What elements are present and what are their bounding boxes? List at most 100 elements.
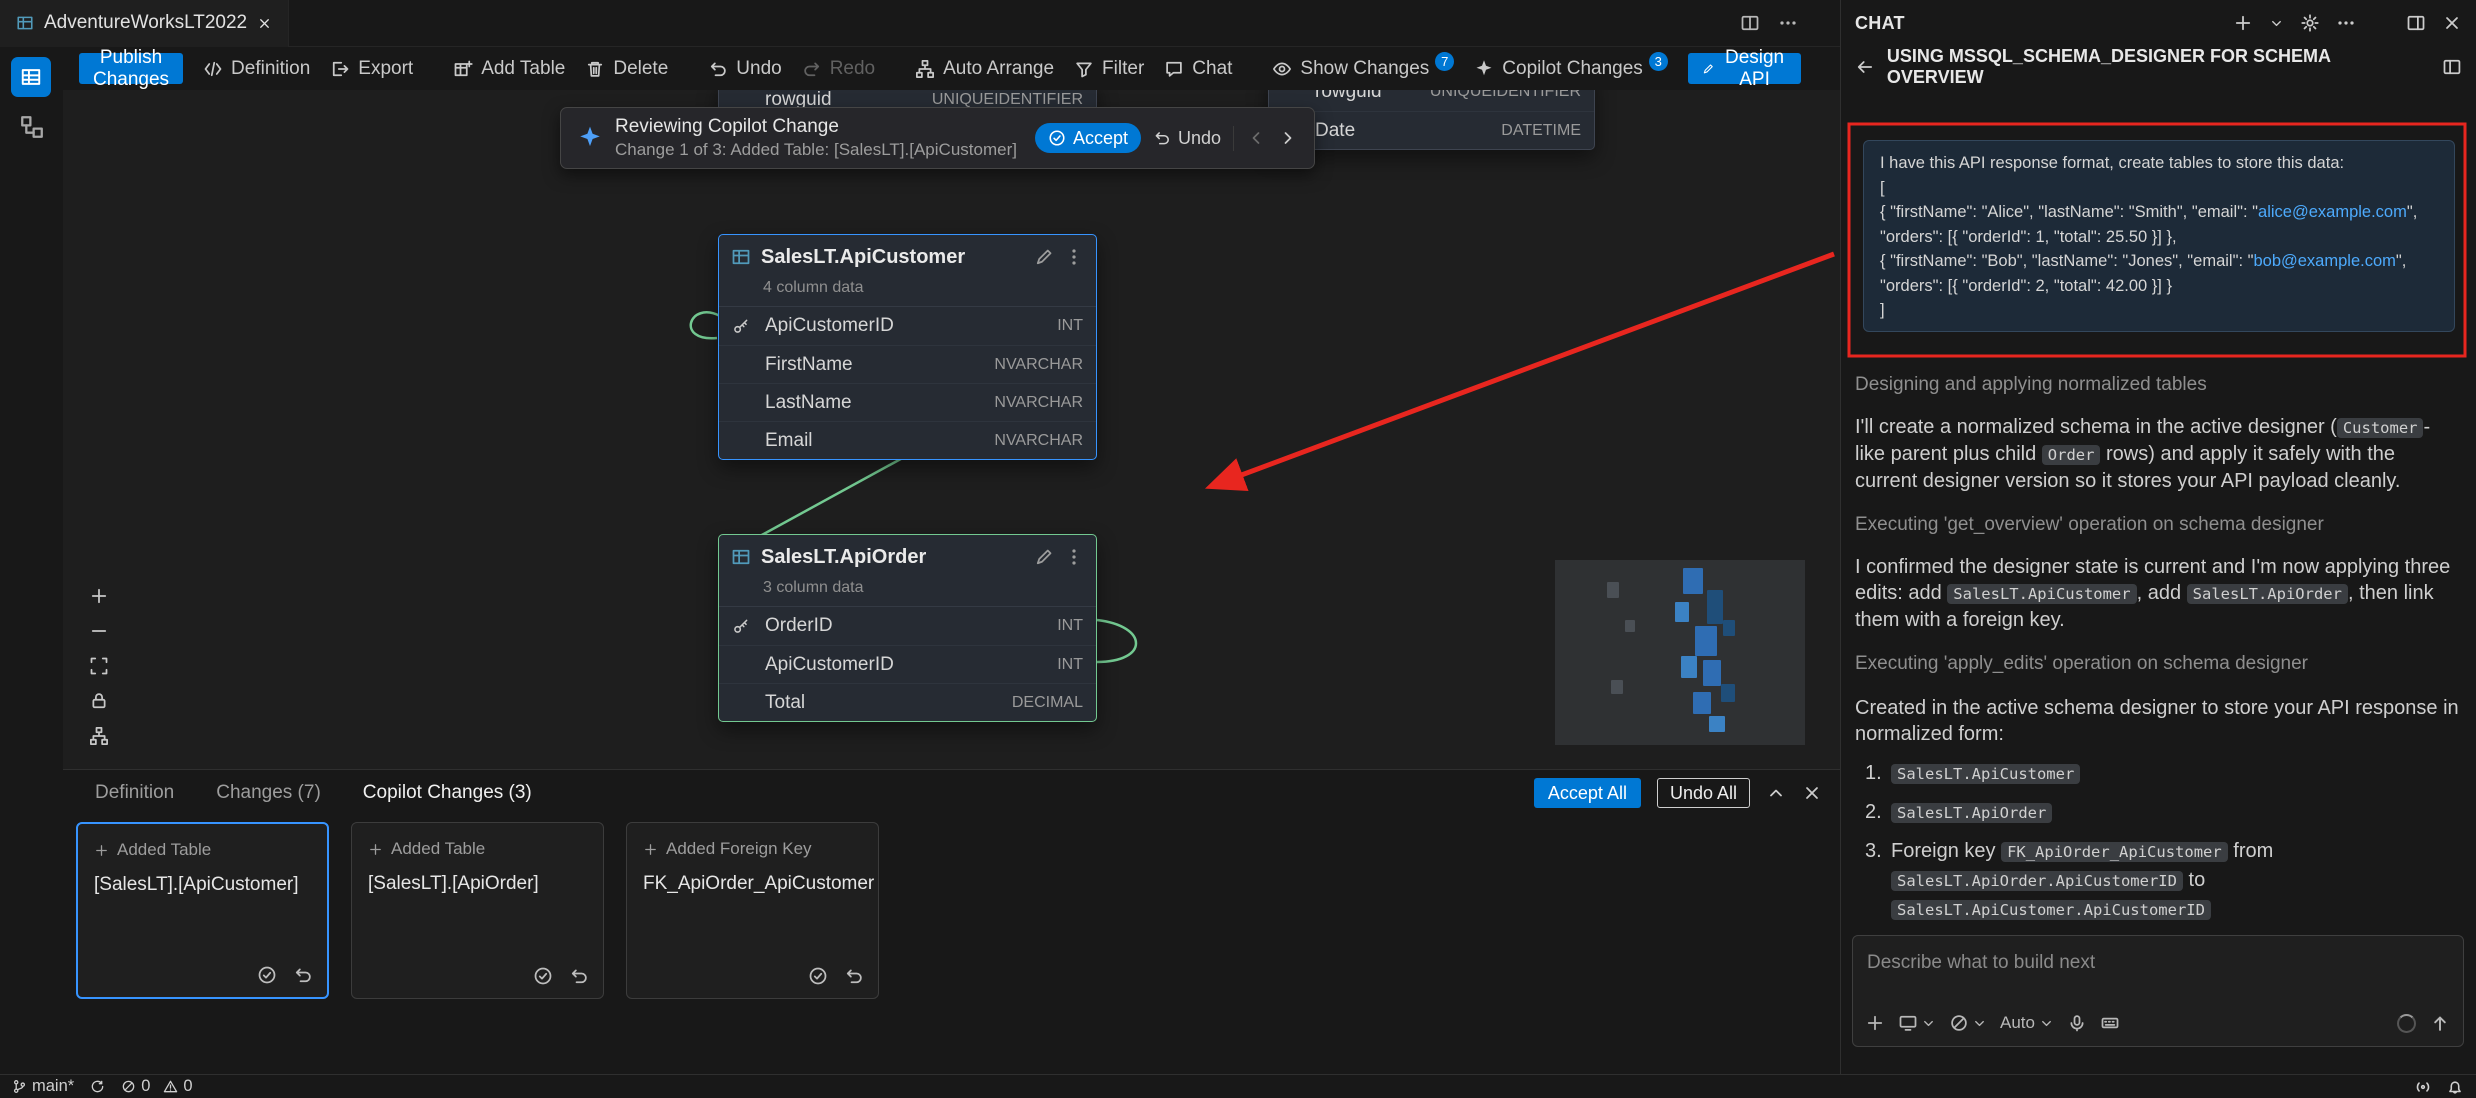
zoom-in-button[interactable] bbox=[85, 582, 113, 610]
column-row[interactable]: Total DECIMAL bbox=[719, 683, 1096, 721]
column-row[interactable]: FirstName NVARCHAR bbox=[719, 345, 1096, 383]
tab-copilot-changes[interactable]: Copilot Changes (3) bbox=[363, 782, 532, 804]
accept-change-icon[interactable] bbox=[808, 966, 828, 986]
mode-picker[interactable]: Auto bbox=[2000, 1013, 2054, 1033]
chat-input[interactable] bbox=[1867, 946, 2449, 980]
open-in-editor-icon[interactable] bbox=[2406, 13, 2426, 33]
undo-all-button[interactable]: Undo All bbox=[1657, 778, 1750, 808]
tab-definition[interactable]: Definition bbox=[95, 782, 174, 804]
next-change-icon[interactable] bbox=[1278, 128, 1298, 148]
undo-change-icon[interactable] bbox=[844, 966, 864, 986]
more-actions-icon[interactable] bbox=[2336, 13, 2356, 33]
warning-count: 0 bbox=[183, 1077, 192, 1096]
column-row[interactable]: ApiCustomerID INT bbox=[719, 307, 1096, 345]
table-node-apicustomer[interactable]: SalesLT.ApiCustomer 4 column data ApiCus… bbox=[718, 234, 1097, 460]
accept-change-button[interactable]: Accept bbox=[1035, 123, 1141, 153]
chevron-down-icon[interactable] bbox=[2269, 16, 2284, 31]
split-editor-icon[interactable] bbox=[1740, 13, 1760, 33]
previous-change-icon[interactable] bbox=[1246, 128, 1266, 148]
chat-status-line: Executing 'get_overview' operation on sc… bbox=[1855, 512, 2460, 538]
change-name: FK_ApiOrder_ApiCustomer bbox=[643, 873, 862, 895]
close-panel-icon[interactable] bbox=[1802, 783, 1822, 803]
column-name: Date bbox=[1315, 120, 1493, 142]
keyboard-icon[interactable] bbox=[2100, 1013, 2120, 1033]
tools-button[interactable] bbox=[1949, 1013, 1987, 1033]
broadcast-icon[interactable] bbox=[2414, 1078, 2432, 1096]
send-icon[interactable] bbox=[2429, 1012, 2451, 1034]
edit-pencil-icon[interactable] bbox=[1034, 247, 1054, 267]
table-node-apiorder[interactable]: SalesLT.ApiOrder 3 column data OrderID I… bbox=[718, 534, 1097, 722]
change-card-foreignkey[interactable]: Added Foreign Key FK_ApiOrder_ApiCustome… bbox=[626, 822, 879, 999]
chevron-down-icon bbox=[1921, 1016, 1936, 1031]
accept-change-icon[interactable] bbox=[533, 966, 553, 986]
definition-button[interactable]: Definition bbox=[203, 58, 310, 80]
undo-change-icon[interactable] bbox=[293, 965, 313, 985]
column-row[interactable]: LastName NVARCHAR bbox=[719, 383, 1096, 421]
back-arrow-icon[interactable] bbox=[1855, 57, 1875, 77]
git-branch-item[interactable]: main* bbox=[12, 1077, 74, 1096]
kebab-menu-icon[interactable] bbox=[1064, 247, 1084, 267]
publish-changes-button[interactable]: Publish Changes bbox=[79, 53, 183, 84]
close-chat-icon[interactable] bbox=[2442, 13, 2462, 33]
partial-table-right[interactable]: rowguid UNIQUEIDENTIFIER Date DATETIME bbox=[1268, 90, 1595, 150]
minimap[interactable] bbox=[1555, 560, 1805, 745]
kebab-menu-icon[interactable] bbox=[1064, 547, 1084, 567]
table-icon bbox=[731, 547, 751, 567]
layout-icon[interactable] bbox=[2442, 57, 2462, 77]
table-subtitle: 4 column data bbox=[719, 279, 1096, 307]
export-button[interactable]: Export bbox=[330, 58, 413, 80]
mode-label: Auto bbox=[2000, 1013, 2035, 1033]
pencil-icon bbox=[1702, 60, 1714, 78]
more-actions-icon[interactable] bbox=[1778, 13, 1798, 33]
filter-button[interactable]: Filter bbox=[1074, 58, 1144, 80]
sync-icon[interactable] bbox=[90, 1079, 105, 1094]
close-icon[interactable] bbox=[257, 16, 272, 31]
redo-button[interactable]: Redo bbox=[802, 58, 875, 80]
delete-button[interactable]: Delete bbox=[585, 58, 668, 80]
schema-diagram-view-button[interactable] bbox=[16, 111, 48, 143]
change-card-apicustomer[interactable]: Added Table [SalesLT].[ApiCustomer] bbox=[76, 822, 329, 999]
auto-layout-button[interactable] bbox=[85, 722, 113, 750]
problems-item[interactable]: 0 0 bbox=[121, 1077, 192, 1096]
accept-change-icon[interactable] bbox=[257, 965, 277, 985]
attach-screen-button[interactable] bbox=[1898, 1013, 1936, 1033]
zoom-out-button[interactable] bbox=[85, 617, 113, 645]
auto-arrange-button[interactable]: Auto Arrange bbox=[915, 58, 1054, 80]
tab-changes[interactable]: Changes (7) bbox=[216, 782, 321, 804]
gear-icon[interactable] bbox=[2300, 13, 2320, 33]
lock-canvas-button[interactable] bbox=[85, 687, 113, 715]
column-row[interactable]: Email NVARCHAR bbox=[719, 421, 1096, 459]
undo-button[interactable]: Undo bbox=[708, 58, 781, 80]
table-subtitle: 3 column data bbox=[719, 579, 1096, 607]
show-changes-button[interactable]: Show Changes 7 bbox=[1272, 58, 1454, 80]
primary-key-icon bbox=[732, 317, 750, 335]
mic-icon[interactable] bbox=[2067, 1013, 2087, 1033]
column-row[interactable]: ApiCustomerID INT bbox=[719, 645, 1096, 683]
schema-canvas[interactable]: rowguid UNIQUEIDENTIFIER rowguid UNIQUEI… bbox=[63, 90, 1840, 769]
accept-all-button[interactable]: Accept All bbox=[1534, 778, 1641, 808]
chat-panel: CHAT USING MSSQL_SCHEMA_DESIGNER FOR SCH… bbox=[1840, 0, 2476, 1074]
add-table-button[interactable]: Add Table bbox=[453, 58, 565, 80]
bell-icon[interactable] bbox=[2446, 1078, 2464, 1096]
tab-adventureworks[interactable]: AdventureWorksLT2022 bbox=[0, 0, 289, 47]
copilot-changes-button[interactable]: Copilot Changes 3 bbox=[1474, 58, 1667, 80]
chat-button[interactable]: Chat bbox=[1164, 58, 1232, 80]
new-chat-icon[interactable] bbox=[2233, 13, 2253, 33]
edit-pencil-icon[interactable] bbox=[1034, 547, 1054, 567]
add-context-icon[interactable] bbox=[1865, 1013, 1885, 1033]
schema-designer-view-button[interactable] bbox=[11, 57, 51, 97]
error-icon bbox=[121, 1079, 136, 1094]
undo-change-button[interactable]: Undo bbox=[1153, 128, 1221, 149]
eye-icon bbox=[1272, 59, 1292, 79]
fit-view-button[interactable] bbox=[85, 652, 113, 680]
created-objects-list: SalesLT.ApiCustomer SalesLT.ApiOrder For… bbox=[1861, 759, 2460, 924]
change-card-apiorder[interactable]: Added Table [SalesLT].[ApiOrder] bbox=[351, 822, 604, 999]
undo-change-icon[interactable] bbox=[569, 966, 589, 986]
design-api-button[interactable]: Design API bbox=[1688, 53, 1801, 84]
chat-paragraph: I'll create a normalized schema in the a… bbox=[1855, 414, 2460, 494]
column-row[interactable]: OrderID INT bbox=[719, 607, 1096, 645]
undo-icon bbox=[708, 59, 728, 79]
column-name: Email bbox=[765, 430, 986, 452]
chevron-up-icon[interactable] bbox=[1766, 783, 1786, 803]
filter-icon bbox=[1074, 59, 1094, 79]
